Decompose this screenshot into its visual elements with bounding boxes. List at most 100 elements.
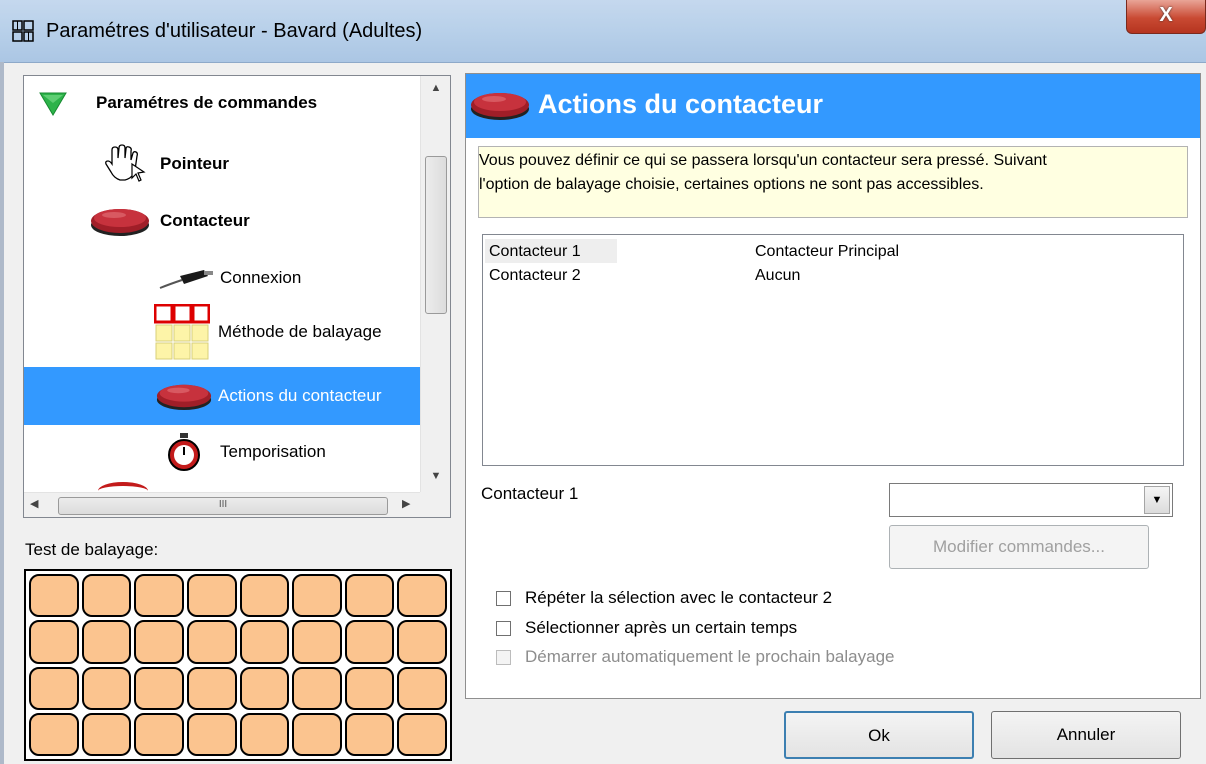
red-switch-icon — [156, 384, 212, 410]
scan-cell — [397, 666, 447, 710]
scan-cell — [134, 666, 184, 710]
scan-cell — [292, 620, 342, 664]
close-button[interactable]: X — [1126, 0, 1206, 34]
repeat-selection-checkbox[interactable] — [496, 590, 511, 606]
tree-item-actions-contacteur[interactable]: Actions du contacteur — [156, 379, 381, 413]
tree-vertical-scrollbar[interactable]: ▲ ▼ — [420, 76, 450, 492]
scan-test-label: Test de balayage: — [25, 540, 159, 559]
cancel-button[interactable]: Annuler — [991, 711, 1181, 759]
scan-cell — [134, 712, 184, 756]
switch-list[interactable]: Contacteur 1 Contacteur Principal Contac… — [482, 234, 1184, 466]
tree-item-methode-balayage[interactable]: Méthode de balayage — [154, 304, 382, 360]
scan-cell — [29, 620, 79, 664]
info-line: Vous pouvez définir ce qui se passera lo… — [479, 152, 1047, 169]
scan-cell — [29, 666, 79, 710]
scan-cell — [134, 574, 184, 618]
settings-panel: Actions du contacteur Vous pouvez défini… — [465, 73, 1201, 699]
app-icon — [12, 20, 34, 42]
scan-cell — [134, 620, 184, 664]
info-box: Vous pouvez définir ce qui se passera lo… — [478, 146, 1188, 218]
list-item-name: Contacteur 2 — [489, 267, 581, 284]
tree-item-label: Contacteur — [160, 211, 250, 230]
tree-item-label: Actions du contacteur — [218, 386, 382, 405]
scan-cell — [81, 620, 132, 664]
hand-pointer-icon — [105, 144, 146, 182]
scan-cell — [344, 666, 395, 710]
auto-start-scan-checkbox-row: Démarrer automatiquement le prochain bal… — [496, 647, 894, 667]
scan-cell — [81, 666, 132, 710]
list-item-value: Contacteur Principal — [755, 243, 900, 260]
scan-cell — [186, 712, 237, 756]
scroll-right-icon[interactable]: ▶ — [402, 497, 410, 510]
panel-header: Actions du contacteur — [466, 74, 1200, 138]
scan-cell — [29, 574, 79, 618]
scan-cell — [292, 666, 342, 710]
contact-action-select[interactable]: ▼ — [889, 483, 1173, 517]
select-after-time-checkbox[interactable] — [496, 620, 511, 636]
window-left-edge — [0, 62, 4, 764]
scan-cell — [81, 574, 132, 618]
scan-cell — [186, 620, 237, 664]
tree-item-connexion[interactable]: Connexion — [158, 266, 301, 290]
scan-cell — [397, 712, 447, 756]
modify-commands-button[interactable]: Modifier commandes... — [889, 525, 1149, 569]
scan-cell — [344, 620, 395, 664]
green-triangle-icon — [39, 92, 67, 116]
tree-item-parametres-commandes[interactable]: Paramétres de commandes — [38, 88, 317, 118]
select-after-time-checkbox-row[interactable]: Sélectionner après un certain temps — [496, 618, 797, 638]
tree-item-contacteur[interactable]: Contacteur — [90, 204, 250, 238]
chevron-down-icon[interactable]: ▼ — [1144, 486, 1170, 514]
tree-item-temporisation[interactable]: Temporisation — [164, 432, 326, 472]
list-item[interactable]: Contacteur 1 Contacteur Principal — [483, 241, 1183, 263]
tree-item-label: Temporisation — [220, 442, 326, 461]
scan-cell — [81, 712, 132, 756]
scan-grid-icon — [154, 304, 210, 360]
scan-cell — [239, 574, 290, 618]
tree-item-label: Pointeur — [160, 154, 229, 173]
scroll-grip: III — [218, 499, 228, 510]
list-item-name: Contacteur 1 — [489, 243, 581, 260]
scroll-down-icon[interactable]: ▼ — [421, 466, 450, 486]
tree-item-label: Méthode de balayage — [218, 322, 382, 341]
scan-cell — [186, 574, 237, 618]
close-icon: X — [1159, 4, 1173, 26]
scan-cell — [397, 574, 447, 618]
scroll-thumb-horizontal[interactable]: III — [58, 497, 388, 515]
red-switch-icon — [91, 209, 149, 236]
scroll-up-icon[interactable]: ▲ — [421, 78, 450, 98]
title-bar: Paramétres d'utilisateur - Bavard (Adult… — [0, 0, 1206, 63]
scrollbar-corner — [420, 492, 450, 517]
scan-test-grid — [24, 569, 452, 761]
scan-cell — [292, 574, 342, 618]
scroll-thumb[interactable] — [425, 156, 447, 314]
tree-item-pointeur[interactable]: Pointeur — [102, 142, 229, 186]
list-item[interactable]: Contacteur 2 Aucun — [483, 265, 1183, 287]
contact-label: Contacteur 1 — [481, 484, 579, 503]
tree-item-label: Paramétres de commandes — [96, 93, 318, 112]
info-line: l'option de balayage choisie, certaines … — [479, 176, 984, 193]
checkbox-label: Sélectionner après un certain temps — [525, 618, 798, 637]
scan-cell — [344, 712, 395, 756]
scan-cell — [239, 666, 290, 710]
list-item-value: Aucun — [755, 267, 801, 284]
tree-item-label: Connexion — [220, 268, 302, 287]
window-title: Paramétres d'utilisateur - Bavard (Adult… — [46, 20, 423, 42]
scan-cell — [397, 620, 447, 664]
scan-cell — [239, 712, 290, 756]
cable-plug-icon — [159, 270, 213, 289]
scan-cell — [186, 666, 237, 710]
red-switch-icon — [471, 93, 529, 120]
ok-button[interactable]: Ok — [784, 711, 974, 759]
tree-horizontal-scrollbar[interactable]: ◀ III ▶ — [24, 492, 420, 517]
settings-tree: Paramétres de commandes Pointeur Contact… — [23, 75, 451, 518]
checkbox-label: Démarrer automatiquement le prochain bal… — [525, 647, 895, 666]
scan-cell — [29, 712, 79, 756]
scan-cell — [344, 574, 395, 618]
scan-cell — [239, 620, 290, 664]
auto-start-scan-checkbox — [496, 649, 511, 665]
scan-cell — [292, 712, 342, 756]
stopwatch-icon — [168, 433, 200, 471]
scroll-left-icon[interactable]: ◀ — [30, 497, 38, 510]
checkbox-label: Répéter la sélection avec le contacteur … — [525, 588, 833, 607]
repeat-selection-checkbox-row[interactable]: Répéter la sélection avec le contacteur … — [496, 588, 832, 608]
